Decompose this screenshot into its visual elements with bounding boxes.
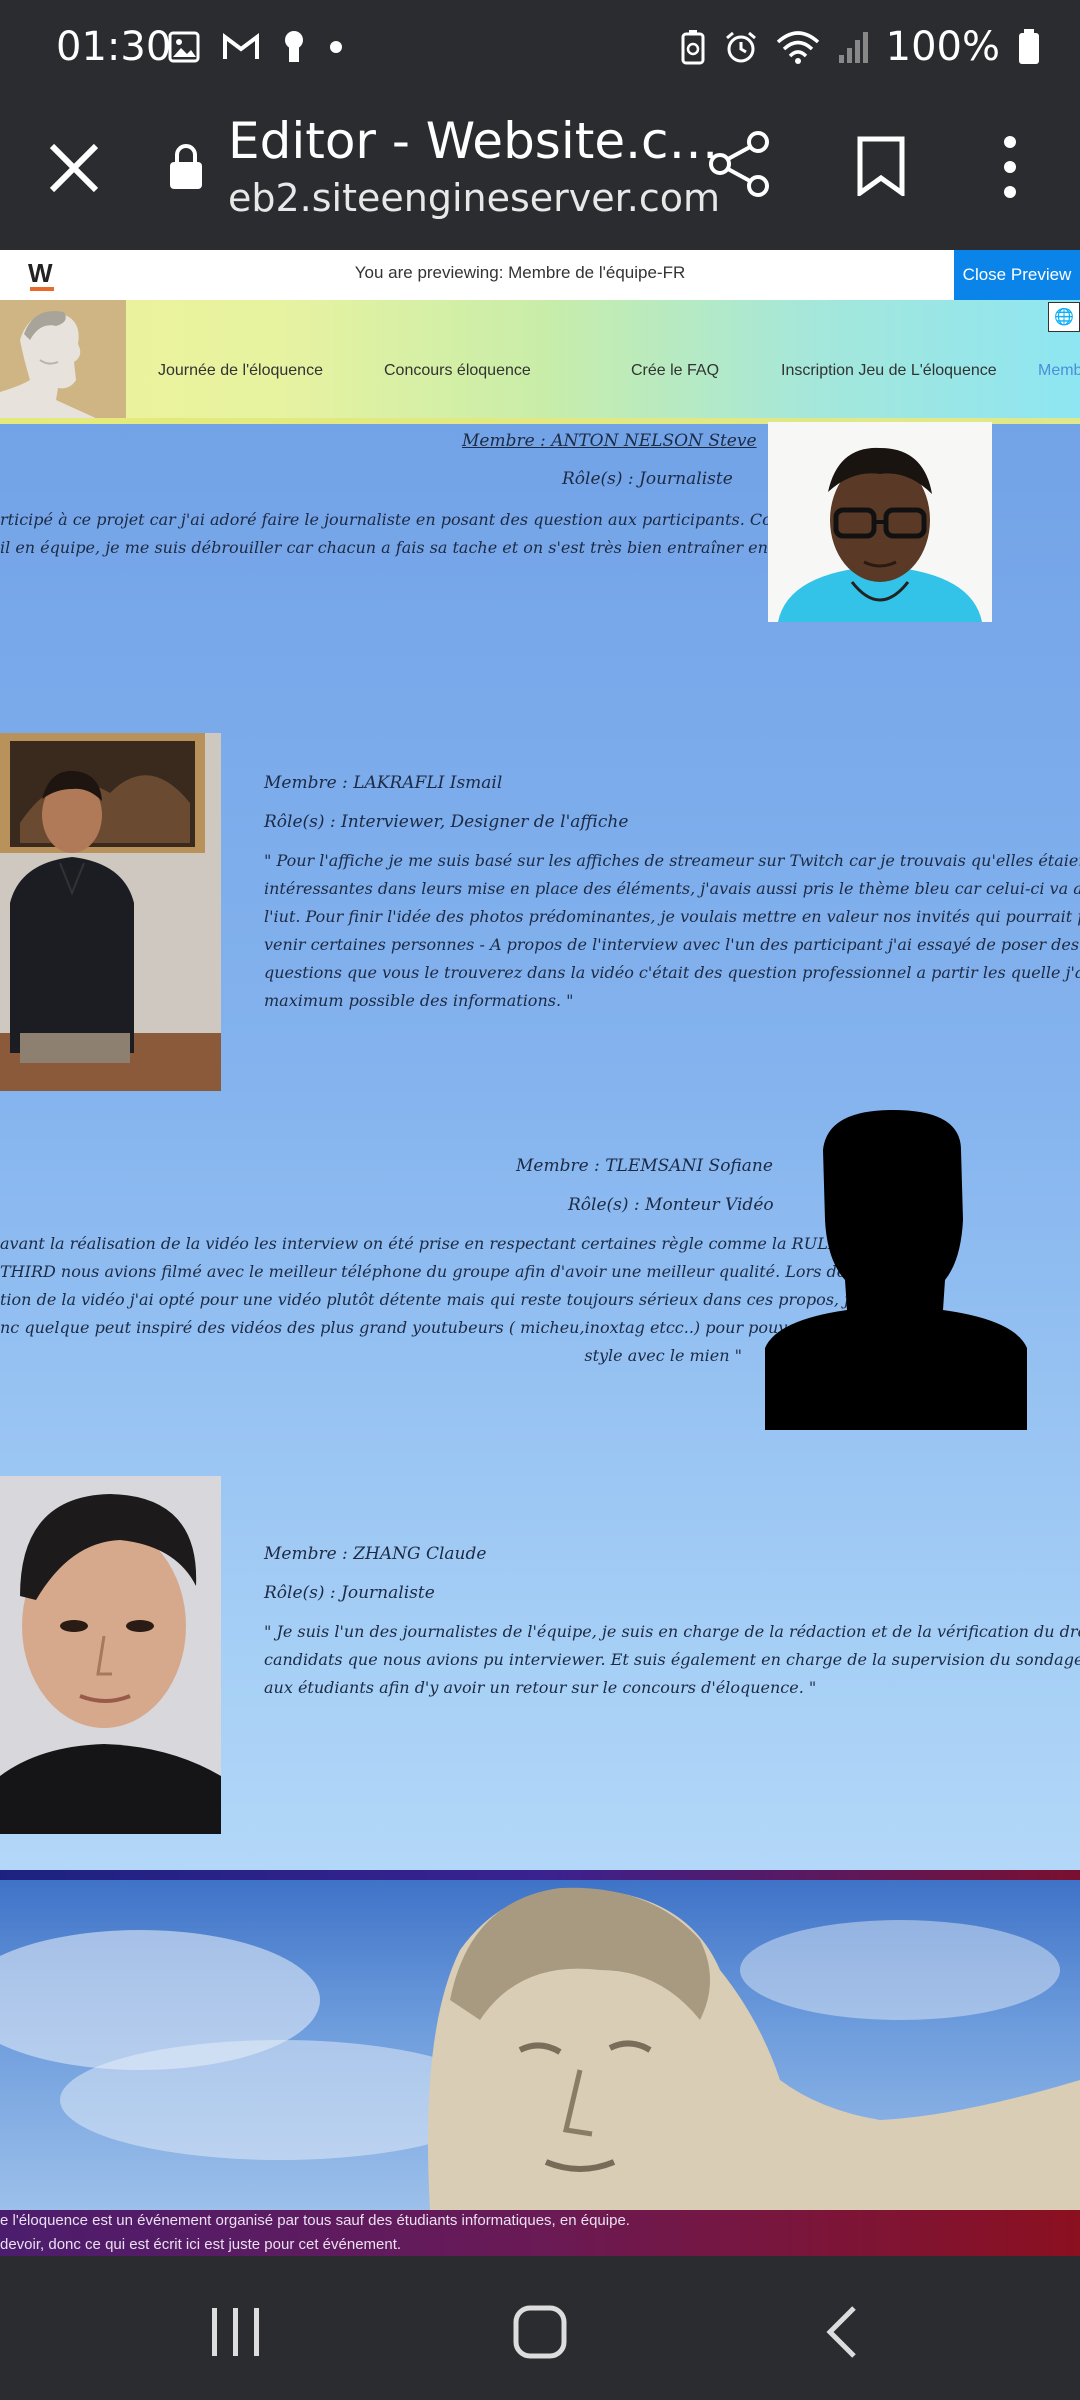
keyhole-icon — [285, 31, 303, 62]
more-options-icon[interactable] — [992, 134, 1028, 200]
quote-line: maximum possible des informations. " — [264, 991, 574, 1010]
member-name[interactable]: Membre : ANTON NELSON Steve — [462, 431, 757, 451]
status-bar: 01:30 100% — [0, 0, 1080, 100]
quote-line: venir certaines personnes - A propos de … — [264, 935, 1080, 954]
member-quote: " Pour l'affiche je me suis basé sur les… — [264, 847, 1080, 1015]
close-preview-button[interactable]: Close Preview — [954, 250, 1080, 300]
footer-statue-image — [0, 1880, 1080, 2210]
nav-concours[interactable]: Concours éloquence — [384, 362, 531, 380]
recent-apps-icon[interactable] — [206, 2304, 266, 2360]
quote-line: tion de la vidéo j'ai opté pour une vidé… — [0, 1290, 889, 1309]
nav-inscription[interactable]: Inscription Jeu de L'éloquence — [781, 362, 997, 380]
quote-line: candidats que nous avions pu interviewer… — [264, 1650, 1080, 1669]
nav-membres[interactable]: Memb — [1038, 362, 1080, 380]
browser-toolbar: Editor - Website.c… eb2.siteengineserver… — [0, 100, 1080, 250]
quote-line: rticipé à ce projet car j'ai adoré faire… — [0, 510, 845, 529]
system-navigation-bar — [0, 2256, 1080, 2400]
share-icon[interactable] — [706, 130, 774, 198]
status-right: 100% — [680, 24, 1040, 70]
home-icon[interactable] — [512, 2304, 568, 2360]
quote-line: aux étudiants afin d'y avoir un retour s… — [264, 1678, 817, 1697]
close-icon[interactable] — [44, 138, 104, 198]
footer-divider — [0, 1870, 1080, 1880]
quote-line: " Je suis l'un des journalistes de l'équ… — [264, 1622, 1080, 1641]
signal-icon — [838, 32, 868, 63]
alarm-icon — [725, 31, 756, 63]
member-quote: rticipé à ce projet car j'ai adoré faire… — [0, 506, 845, 562]
member-role: Rôle(s) : Journaliste — [562, 469, 733, 489]
footer-line: e l'éloquence est un événement organisé … — [0, 2212, 630, 2229]
quote-line: avant la réalisation de la vidéo les int… — [0, 1234, 869, 1253]
globe-icon[interactable]: 🌐 — [1048, 302, 1080, 332]
footer-text-band: e l'éloquence est un événement organisé … — [0, 2210, 1080, 2256]
battery-percent: 100% — [885, 24, 1000, 70]
silhouette-placeholder-icon — [765, 1110, 1027, 1430]
gmail-icon — [223, 33, 259, 59]
notification-icons — [168, 30, 344, 64]
member-name: Membre : TLEMSANI Sofiane — [516, 1156, 773, 1176]
member-role: Rôle(s) : Interviewer, Designer de l'aff… — [264, 812, 629, 832]
member-role: Rôle(s) : Monteur Vidéo — [568, 1195, 774, 1215]
member-quote: " Je suis l'un des journalistes de l'équ… — [264, 1618, 1080, 1702]
logo-statue-image[interactable] — [0, 300, 126, 420]
website-content: Journée de l'éloquence Concours éloquenc… — [0, 300, 1080, 2256]
page-title[interactable]: Editor - Website.c… — [228, 112, 719, 170]
quote-line: intéressantes dans leurs mise en place d… — [264, 879, 1080, 898]
quote-line: style avec le mien " — [584, 1346, 742, 1365]
lock-icon — [170, 144, 202, 189]
wifi-icon — [776, 31, 819, 64]
preview-message: You are previewing: Membre de l'équipe-F… — [354, 263, 686, 282]
footer-line: devoir, donc ce qui est écrit ici est ju… — [0, 2236, 402, 2253]
preview-bar: W You are previewing: Membre de l'équipe… — [0, 250, 1080, 300]
quote-line: l'iut. Pour finir l'idée des photos préd… — [264, 907, 1080, 926]
page-url[interactable]: eb2.siteengineserver.com — [228, 176, 720, 220]
nav-journee[interactable]: Journée de l'éloquence — [158, 362, 323, 380]
dot-icon — [330, 41, 342, 53]
editor-logo-underline — [30, 287, 54, 291]
member-photo — [0, 733, 221, 1091]
quote-line: THIRD nous avions filmé avec le meilleur… — [0, 1262, 866, 1281]
site-navigation: Journée de l'éloquence Concours éloquenc… — [0, 300, 1080, 424]
quote-line: questions que vous le trouverez dans la … — [264, 963, 1080, 982]
bookmark-icon[interactable] — [856, 136, 906, 196]
quote-line: nc quelque peut inspiré des vidéos des p… — [0, 1318, 885, 1337]
member-photo — [0, 1476, 221, 1834]
member-quote: avant la réalisation de la vidéo les int… — [0, 1230, 889, 1370]
back-icon[interactable] — [822, 2304, 862, 2360]
image-icon — [168, 31, 200, 63]
battery-icon — [1019, 29, 1039, 64]
battery-saver-icon — [681, 30, 705, 65]
member-photo — [768, 422, 992, 622]
quote-line: il en équipe, je me suis débrouiller car… — [0, 538, 843, 557]
member-role: Rôle(s) : Journaliste — [264, 1583, 435, 1603]
status-time: 01:30 — [56, 24, 172, 70]
member-name: Membre : LAKRAFLI Ismail — [264, 773, 503, 793]
quote-line: " Pour l'affiche je me suis basé sur les… — [264, 851, 1080, 870]
member-name: Membre : ZHANG Claude — [264, 1544, 487, 1564]
nav-faq[interactable]: Crée le FAQ — [631, 362, 719, 380]
